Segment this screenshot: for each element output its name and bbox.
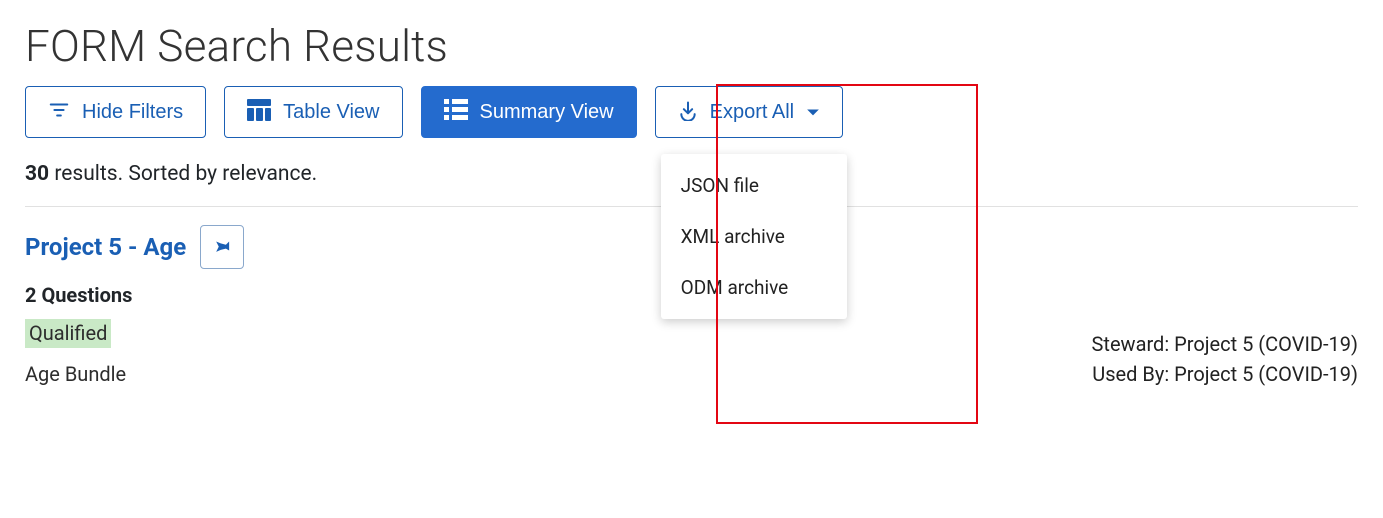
- pin-button[interactable]: Pin: [200, 225, 244, 269]
- status-badge: Qualified: [25, 319, 111, 348]
- filter-icon: [48, 99, 70, 125]
- result-title-link[interactable]: Project 5 - Age: [25, 233, 186, 261]
- used-by-label: Used By:: [1092, 362, 1174, 386]
- caret-down-icon: [806, 102, 820, 122]
- export-all-label: Export All: [710, 102, 794, 122]
- table-icon: [247, 99, 271, 125]
- summary-icon: [444, 99, 468, 125]
- summary-view-button[interactable]: Summary View: [421, 86, 637, 138]
- result-meta-right: Steward: Project 5 (COVID-19) Used By: P…: [1092, 326, 1358, 386]
- steward-value: Project 5 (COVID-19): [1174, 332, 1358, 356]
- export-all-button[interactable]: Export All: [655, 86, 843, 138]
- export-dropdown: JSON file XML archive ODM archive: [661, 154, 847, 319]
- export-option-xml[interactable]: XML archive: [661, 211, 847, 262]
- results-tail: results. Sorted by relevance.: [49, 162, 317, 186]
- hide-filters-button[interactable]: Hide Filters: [25, 86, 206, 138]
- hide-filters-label: Hide Filters: [82, 102, 183, 122]
- table-view-button[interactable]: Table View: [224, 86, 402, 138]
- toolbar: Hide Filters Table View Summary View: [25, 86, 1358, 138]
- summary-view-label: Summary View: [480, 102, 614, 122]
- results-count: 30: [25, 162, 49, 186]
- download-icon: [678, 99, 698, 125]
- export-option-json[interactable]: JSON file: [661, 160, 847, 211]
- used-by-value: Project 5 (COVID-19): [1174, 362, 1358, 386]
- page-title: FORM Search Results: [25, 20, 1358, 72]
- steward-label: Steward:: [1092, 332, 1175, 356]
- export-option-odm[interactable]: ODM archive: [661, 262, 847, 313]
- table-view-label: Table View: [283, 102, 379, 122]
- pin-icon: [211, 235, 233, 260]
